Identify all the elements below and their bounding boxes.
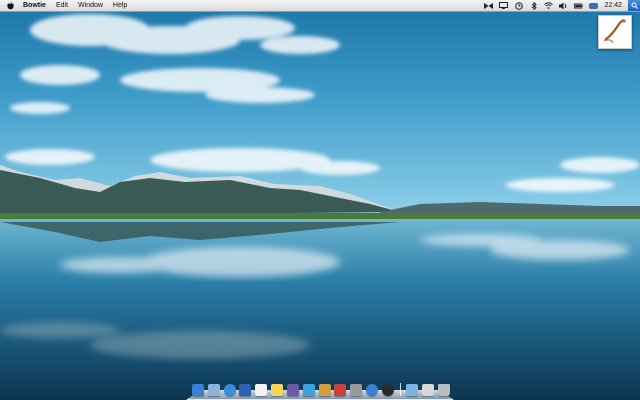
desktop-wallpaper	[0, 0, 640, 400]
screen-share-icon[interactable]	[499, 1, 509, 10]
dock	[192, 380, 450, 396]
spotlight-search-icon[interactable]	[628, 0, 640, 11]
image-file-thumbnail-icon	[598, 15, 632, 49]
itunes-icon[interactable]	[365, 384, 378, 396]
folder-icon[interactable]	[406, 384, 419, 396]
keyboard-icon[interactable]	[589, 1, 599, 10]
menu-window[interactable]: Window	[78, 2, 103, 9]
menu-edit[interactable]: Edit	[56, 2, 68, 9]
mail-icon[interactable]	[207, 384, 220, 396]
bluetooth-icon[interactable]	[529, 1, 538, 10]
menu-clock[interactable]: 22:42	[604, 2, 622, 9]
battery-icon[interactable]	[574, 1, 584, 10]
apple-menu-icon[interactable]	[6, 0, 15, 11]
textedit-icon[interactable]	[255, 384, 268, 396]
package-icon[interactable]	[318, 384, 331, 396]
stickies-icon[interactable]	[271, 384, 284, 396]
photo-booth-icon[interactable]	[334, 384, 347, 396]
wifi-icon[interactable]	[544, 1, 554, 10]
time-machine-icon[interactable]	[514, 1, 523, 10]
trash-icon[interactable]	[438, 384, 450, 396]
menu-help[interactable]: Help	[113, 2, 127, 9]
xcode-icon[interactable]	[239, 384, 252, 396]
desktop-file-item[interactable]	[598, 15, 632, 51]
system-preferences-icon[interactable]	[350, 384, 363, 396]
preview-icon[interactable]	[302, 384, 315, 396]
volume-icon[interactable]	[559, 1, 568, 10]
activity-monitor-icon[interactable]	[381, 384, 394, 396]
finder-icon[interactable]	[192, 384, 204, 396]
screenshot-stack-icon[interactable]	[422, 384, 435, 396]
dock-separator	[399, 383, 401, 396]
bowtie-icon[interactable]	[484, 1, 494, 10]
status-area: 22:42	[484, 0, 640, 11]
menu-bar: Bowtie Edit Window Help 22:42	[0, 0, 640, 12]
instruments-icon[interactable]	[286, 384, 299, 396]
safari-icon[interactable]	[223, 384, 236, 396]
menu-app-name[interactable]: Bowtie	[23, 2, 46, 9]
